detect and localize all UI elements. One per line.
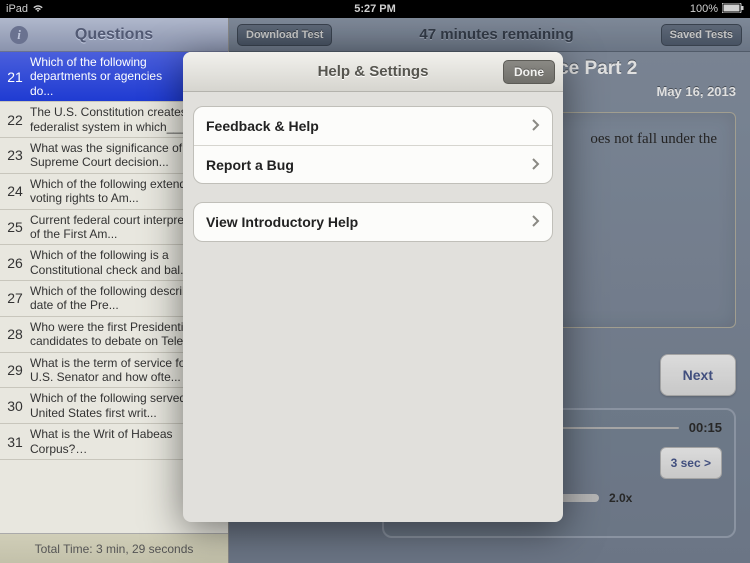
question-number: 31	[0, 434, 30, 450]
cell-label: Feedback & Help	[206, 118, 319, 134]
question-preview: Which of the following departments or ag…	[30, 52, 192, 101]
sidebar-title: Questions	[75, 26, 153, 44]
question-number: 23	[0, 147, 30, 163]
modal-group-2: View Introductory Help	[193, 202, 553, 242]
modal-header: Help & Settings Done	[183, 52, 563, 92]
help-settings-modal: Help & Settings Done Feedback & Help Rep…	[183, 52, 563, 522]
sidebar-header: i Questions	[0, 18, 228, 52]
done-button[interactable]: Done	[503, 60, 555, 84]
intro-help-row[interactable]: View Introductory Help	[194, 203, 552, 241]
battery-icon	[722, 3, 744, 16]
carrier-label: iPad	[6, 3, 28, 15]
cell-label: View Introductory Help	[206, 214, 358, 230]
question-number: 24	[0, 183, 30, 199]
question-number: 21	[0, 69, 30, 85]
question-number: 28	[0, 326, 30, 342]
feedback-help-row[interactable]: Feedback & Help	[194, 107, 552, 145]
chevron-right-icon	[532, 157, 540, 173]
question-number: 26	[0, 255, 30, 271]
total-time: Total Time: 3 min, 29 seconds	[0, 533, 228, 563]
clock: 5:27 PM	[252, 3, 498, 15]
info-icon[interactable]: i	[10, 26, 28, 44]
status-bar: iPad 5:27 PM 100%	[0, 0, 750, 18]
modal-group-1: Feedback & Help Report a Bug	[193, 106, 553, 184]
chevron-right-icon	[532, 214, 540, 230]
report-bug-row[interactable]: Report a Bug	[194, 145, 552, 183]
cell-label: Report a Bug	[206, 157, 294, 173]
question-number: 30	[0, 398, 30, 414]
question-number: 22	[0, 112, 30, 128]
question-number: 27	[0, 290, 30, 306]
wifi-icon	[32, 3, 44, 16]
question-number: 25	[0, 219, 30, 235]
modal-title: Help & Settings	[318, 63, 429, 80]
chevron-right-icon	[532, 118, 540, 134]
battery-pct: 100%	[690, 3, 718, 15]
question-number: 29	[0, 362, 30, 378]
